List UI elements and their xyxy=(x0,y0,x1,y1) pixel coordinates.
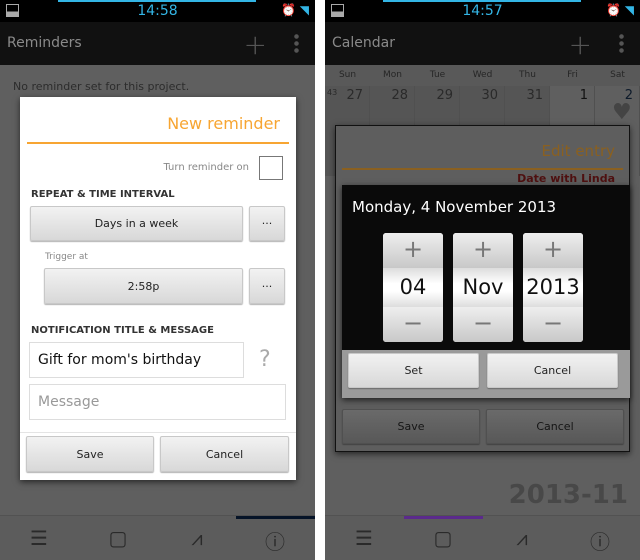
calendar-note-icon[interactable]: ▢ xyxy=(428,526,458,550)
year-spinner: + 2013 − xyxy=(523,233,583,342)
clock: 14:58 xyxy=(137,3,178,19)
day-decrement-button[interactable]: − xyxy=(383,307,443,342)
interval-button[interactable]: Days in a week xyxy=(30,206,243,241)
divider xyxy=(20,432,296,433)
weekday-label: Sun xyxy=(338,70,357,80)
cancel-button[interactable]: Cancel xyxy=(160,436,289,472)
month-spinner: + Nov − xyxy=(453,233,513,342)
chart-icon[interactable]: ⩘ xyxy=(507,526,537,550)
notification-section-header: NOTIFICATION TITLE & MESSAGE xyxy=(31,325,214,336)
notification-title-input[interactable]: Gift for mom's birthday xyxy=(29,342,244,378)
weekday-label: Mon xyxy=(383,70,402,80)
cancel-button[interactable]: Cancel xyxy=(487,353,618,388)
weekday-label: Tue xyxy=(429,70,446,80)
entry-name: Date with Linda xyxy=(517,172,615,185)
screen-title: Calendar xyxy=(332,35,395,51)
weekday-label: Thu xyxy=(519,70,536,80)
weekday-label: Sat xyxy=(610,70,625,80)
calendar-screen: 14:57 ⏰ ◥ Calendar + 27 28 29 30 31 1 2 … xyxy=(325,0,640,560)
list-icon[interactable]: ☰ xyxy=(24,526,54,550)
bottom-nav: ☰ ▢ ⩘ ⓘ xyxy=(325,515,640,560)
add-icon[interactable]: + xyxy=(244,28,267,61)
status-bar: 14:57 ⏰ ◥ xyxy=(325,0,640,22)
message-input[interactable]: Message xyxy=(29,384,286,420)
interval-more-button[interactable]: ··· xyxy=(249,206,285,241)
screen-title: Reminders xyxy=(7,35,82,51)
title-divider xyxy=(342,168,623,170)
week-number: 43 xyxy=(327,88,338,97)
nav-indicator xyxy=(236,516,315,519)
reminders-screen: 14:58 ⏰ ◥ Reminders + No reminder set fo… xyxy=(0,0,315,560)
day-increment-button[interactable]: + xyxy=(383,233,443,268)
title-divider xyxy=(27,142,289,144)
trigger-time-button[interactable]: 2:58p xyxy=(44,268,243,304)
list-icon[interactable]: ☰ xyxy=(349,526,379,550)
alarm-wifi-signal-icons: ⏰ ◥ xyxy=(281,3,309,17)
status-bar: 14:58 ⏰ ◥ xyxy=(0,0,315,22)
nav-indicator xyxy=(404,516,483,519)
trigger-label: Trigger at xyxy=(45,252,88,262)
save-button[interactable]: Save xyxy=(342,409,480,444)
overflow-menu-icon[interactable] xyxy=(294,33,299,53)
overflow-menu-icon[interactable] xyxy=(619,33,624,53)
day-value[interactable]: 04 xyxy=(383,268,443,307)
add-icon[interactable]: + xyxy=(569,28,592,61)
alarm-wifi-signal-icons: ⏰ ◥ xyxy=(606,3,634,17)
action-bar: Reminders + xyxy=(0,22,315,65)
month-increment-button[interactable]: + xyxy=(453,233,513,268)
dialog-title: Edit entry xyxy=(541,142,615,160)
weekday-label: Wed xyxy=(472,70,493,80)
alert-bubble-icon[interactable]: ⓘ xyxy=(585,526,615,555)
weekday-label: Fri xyxy=(567,70,578,80)
alert-bubble-icon[interactable]: ⓘ xyxy=(260,526,290,555)
set-button[interactable]: Set xyxy=(348,353,479,388)
action-bar: Calendar + xyxy=(325,22,640,65)
chart-icon[interactable]: ⩘ xyxy=(182,526,212,550)
trigger-more-button[interactable]: ··· xyxy=(249,268,285,304)
month-label: 2013-11 xyxy=(508,480,628,510)
toggle-label: Turn reminder on xyxy=(163,162,249,173)
calendar-note-icon[interactable]: ▢ xyxy=(103,526,133,550)
bottom-nav: ☰ ▢ ⩘ ⓘ xyxy=(0,515,315,560)
new-reminder-dialog: New reminder Turn reminder on REPEAT & T… xyxy=(20,97,296,480)
help-icon[interactable]: ? xyxy=(259,347,271,372)
month-decrement-button[interactable]: − xyxy=(453,307,513,342)
repeat-section-header: REPEAT & TIME INTERVAL xyxy=(31,189,175,200)
reminder-checkbox[interactable] xyxy=(259,156,283,180)
year-value[interactable]: 2013 xyxy=(523,268,583,307)
year-decrement-button[interactable]: − xyxy=(523,307,583,342)
save-button[interactable]: Save xyxy=(26,436,154,472)
heart-icon: ♥ xyxy=(612,100,632,125)
empty-message: No reminder set for this project. xyxy=(13,80,190,93)
dialog-title: New reminder xyxy=(167,114,280,133)
day-spinner: + 04 − xyxy=(383,233,443,342)
date-picker-header: Monday, 4 November 2013 xyxy=(352,198,557,216)
cancel-button[interactable]: Cancel xyxy=(486,409,624,444)
year-increment-button[interactable]: + xyxy=(523,233,583,268)
clock: 14:57 xyxy=(462,3,503,19)
month-value[interactable]: Nov xyxy=(453,268,513,307)
